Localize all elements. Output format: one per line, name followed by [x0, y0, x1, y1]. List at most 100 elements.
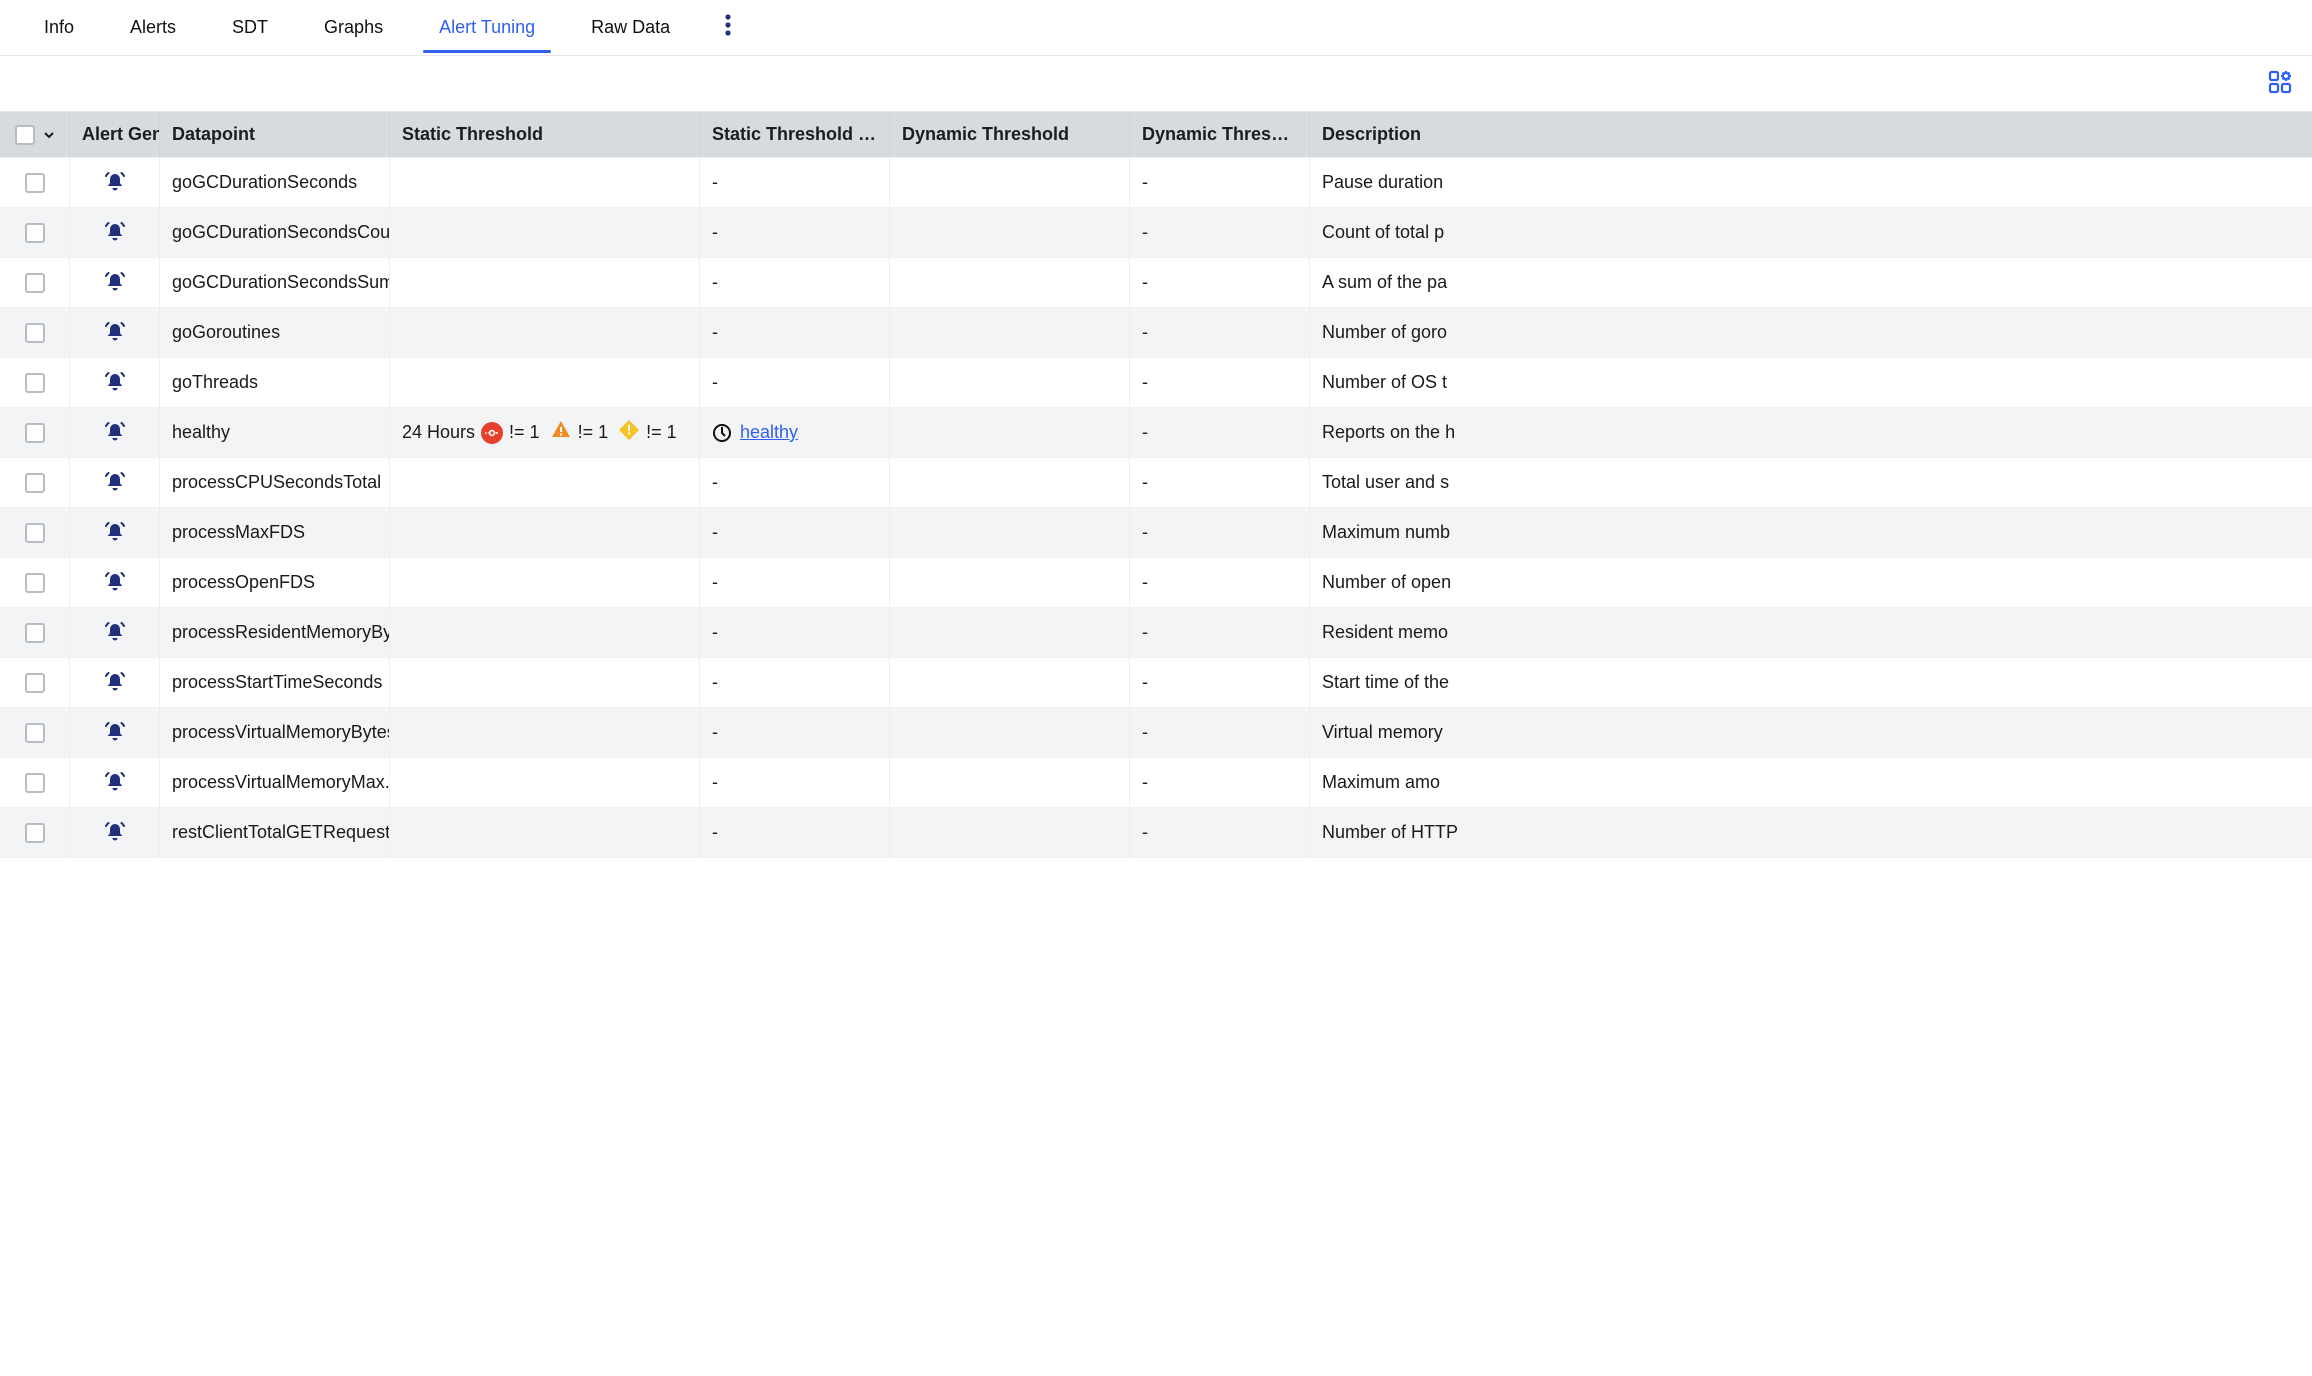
- dynamic-threshold-cell[interactable]: [890, 608, 1130, 657]
- row-checkbox[interactable]: [25, 623, 45, 643]
- more-menu-icon[interactable]: [714, 5, 742, 50]
- datapoint-cell[interactable]: restClientTotalGETRequests: [160, 808, 390, 857]
- static-threshold-cell[interactable]: [390, 558, 700, 607]
- datapoint-cell[interactable]: processOpenFDS: [160, 558, 390, 607]
- dynamic-threshold-cell[interactable]: [890, 708, 1130, 757]
- alert-enabled-icon[interactable]: [70, 608, 160, 657]
- static-threshold-cell[interactable]: [390, 508, 700, 557]
- alert-enabled-icon[interactable]: [70, 258, 160, 307]
- tab-graphs[interactable]: Graphs: [296, 3, 411, 52]
- static-threshold-cell[interactable]: [390, 808, 700, 857]
- tab-sdt[interactable]: SDT: [204, 3, 296, 52]
- header-static-set-at[interactable]: Static Threshold Set at: [700, 112, 890, 157]
- alert-enabled-icon[interactable]: [70, 708, 160, 757]
- dynamic-threshold-cell[interactable]: [890, 208, 1130, 257]
- datapoint-cell[interactable]: processCPUSecondsTotal: [160, 458, 390, 507]
- row-checkbox[interactable]: [25, 523, 45, 543]
- header-datapoint[interactable]: Datapoint: [160, 112, 390, 157]
- set-at-link[interactable]: healthy: [740, 422, 798, 443]
- static-threshold-cell[interactable]: [390, 658, 700, 707]
- dynamic-threshold-cell[interactable]: [890, 408, 1130, 457]
- row-checkbox[interactable]: [25, 473, 45, 493]
- static-threshold-cell[interactable]: [390, 258, 700, 307]
- header-description[interactable]: Description: [1310, 112, 1510, 157]
- dynamic-threshold-cell[interactable]: [890, 658, 1130, 707]
- alert-enabled-icon[interactable]: [70, 458, 160, 507]
- static-threshold-cell[interactable]: 24 Hours!= 1!= 1!= 1: [390, 408, 700, 457]
- dynamic-threshold-cell[interactable]: [890, 458, 1130, 507]
- row-checkbox[interactable]: [25, 173, 45, 193]
- dynamic-threshold-cell[interactable]: [890, 258, 1130, 307]
- row-checkbox-cell: [0, 508, 70, 557]
- datapoint-cell[interactable]: processVirtualMemoryMax...: [160, 758, 390, 807]
- datapoint-cell[interactable]: healthy: [160, 408, 390, 457]
- header-dynamic-set-at[interactable]: Dynamic Threshold Set at: [1130, 112, 1310, 157]
- datapoint-cell[interactable]: goGCDurationSecondsCou...: [160, 208, 390, 257]
- header-alert-gen[interactable]: Alert Gen: [70, 112, 160, 157]
- chevron-down-icon[interactable]: [43, 129, 55, 141]
- static-threshold-cell[interactable]: [390, 608, 700, 657]
- tab-alert-tuning[interactable]: Alert Tuning: [411, 3, 563, 52]
- alert-enabled-icon[interactable]: [70, 358, 160, 407]
- datapoint-cell[interactable]: goGCDurationSecondsSum: [160, 258, 390, 307]
- dynamic-set-at-cell: -: [1130, 458, 1310, 507]
- table-row: processVirtualMemoryMax...--Maximum amo: [0, 758, 2312, 808]
- datapoint-cell[interactable]: goThreads: [160, 358, 390, 407]
- tab-raw-data[interactable]: Raw Data: [563, 3, 698, 52]
- row-checkbox[interactable]: [25, 823, 45, 843]
- row-checkbox[interactable]: [25, 573, 45, 593]
- row-checkbox[interactable]: [25, 373, 45, 393]
- tab-alerts[interactable]: Alerts: [102, 3, 204, 52]
- datapoint-cell[interactable]: processMaxFDS: [160, 508, 390, 557]
- alert-enabled-icon[interactable]: [70, 208, 160, 257]
- static-set-at-cell: -: [700, 708, 890, 757]
- static-threshold-cell[interactable]: [390, 358, 700, 407]
- static-threshold-cell[interactable]: [390, 458, 700, 507]
- description-cell: Number of OS t: [1310, 358, 1510, 407]
- row-checkbox[interactable]: [25, 323, 45, 343]
- dynamic-set-at-cell: -: [1130, 158, 1310, 207]
- row-checkbox[interactable]: [25, 773, 45, 793]
- row-checkbox[interactable]: [25, 273, 45, 293]
- dynamic-threshold-cell[interactable]: [890, 508, 1130, 557]
- row-checkbox-cell: [0, 658, 70, 707]
- row-checkbox-cell: [0, 708, 70, 757]
- datapoint-cell[interactable]: processStartTimeSeconds: [160, 658, 390, 707]
- header-dynamic-threshold[interactable]: Dynamic Threshold: [890, 112, 1130, 157]
- tab-info[interactable]: Info: [16, 3, 102, 52]
- dynamic-threshold-cell[interactable]: [890, 808, 1130, 857]
- alert-enabled-icon[interactable]: [70, 658, 160, 707]
- dynamic-threshold-cell[interactable]: [890, 558, 1130, 607]
- row-checkbox[interactable]: [25, 223, 45, 243]
- alert-enabled-icon[interactable]: [70, 508, 160, 557]
- static-threshold-cell[interactable]: [390, 758, 700, 807]
- row-checkbox-cell: [0, 558, 70, 607]
- datapoint-cell[interactable]: goGCDurationSeconds: [160, 158, 390, 207]
- dynamic-threshold-cell[interactable]: [890, 358, 1130, 407]
- column-settings-icon[interactable]: [2264, 66, 2298, 105]
- row-checkbox[interactable]: [25, 723, 45, 743]
- row-checkbox-cell: [0, 158, 70, 207]
- alert-enabled-icon[interactable]: [70, 808, 160, 857]
- alert-enabled-icon[interactable]: [70, 758, 160, 807]
- alert-enabled-icon[interactable]: [70, 158, 160, 207]
- row-checkbox[interactable]: [25, 673, 45, 693]
- header-static-threshold[interactable]: Static Threshold: [390, 112, 700, 157]
- static-threshold-cell[interactable]: [390, 208, 700, 257]
- alert-enabled-icon[interactable]: [70, 558, 160, 607]
- static-set-at-cell: -: [700, 208, 890, 257]
- dynamic-threshold-cell[interactable]: [890, 158, 1130, 207]
- row-checkbox[interactable]: [25, 423, 45, 443]
- row-checkbox-cell: [0, 358, 70, 407]
- select-all-checkbox[interactable]: [15, 125, 35, 145]
- datapoint-cell[interactable]: goGoroutines: [160, 308, 390, 357]
- static-threshold-cell[interactable]: [390, 158, 700, 207]
- dynamic-threshold-cell[interactable]: [890, 308, 1130, 357]
- datapoint-cell[interactable]: processVirtualMemoryBytes: [160, 708, 390, 757]
- static-threshold-cell[interactable]: [390, 308, 700, 357]
- alert-enabled-icon[interactable]: [70, 308, 160, 357]
- static-threshold-cell[interactable]: [390, 708, 700, 757]
- dynamic-threshold-cell[interactable]: [890, 758, 1130, 807]
- alert-enabled-icon[interactable]: [70, 408, 160, 457]
- datapoint-cell[interactable]: processResidentMemoryBy...: [160, 608, 390, 657]
